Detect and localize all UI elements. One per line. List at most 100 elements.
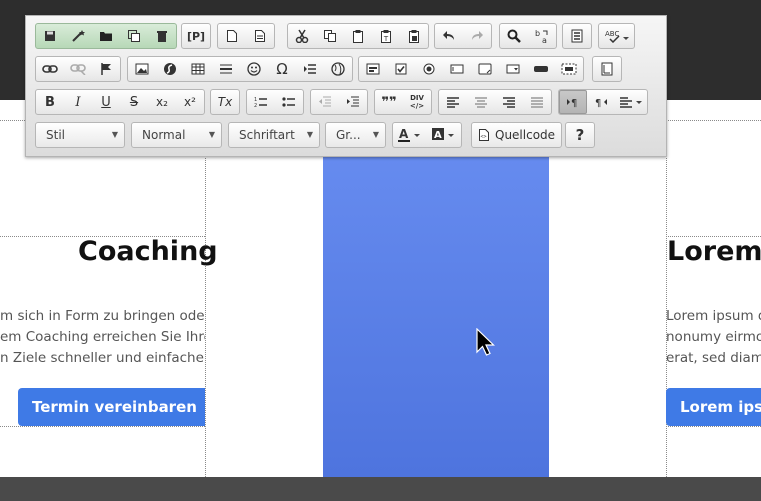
subscript-icon[interactable]: x₂ bbox=[148, 90, 176, 114]
textarea-icon[interactable] bbox=[471, 57, 499, 81]
spellcheck-group: ABC bbox=[598, 23, 635, 49]
paste-word-icon[interactable] bbox=[400, 24, 428, 48]
form-icon[interactable] bbox=[359, 57, 387, 81]
svg-text:¶: ¶ bbox=[571, 98, 577, 108]
align-right-icon[interactable] bbox=[495, 90, 523, 114]
radio-icon[interactable] bbox=[415, 57, 443, 81]
paste-icon[interactable] bbox=[344, 24, 372, 48]
help-group: ? bbox=[565, 122, 595, 148]
bottom-dark-bar bbox=[0, 477, 761, 501]
text-direction-rtl-icon[interactable]: ¶ bbox=[587, 90, 615, 114]
blockquote-icon[interactable]: ❞❞ bbox=[375, 90, 403, 114]
table-icon[interactable] bbox=[184, 57, 212, 81]
undo-icon[interactable] bbox=[435, 24, 463, 48]
style-dropdown-label: Stil bbox=[46, 128, 65, 142]
div-container-icon[interactable]: DIV </> bbox=[403, 90, 431, 114]
outdent-icon[interactable] bbox=[311, 90, 339, 114]
bold-icon[interactable]: B bbox=[36, 90, 64, 114]
italic-icon[interactable]: I bbox=[64, 90, 92, 114]
svg-text:2: 2 bbox=[254, 103, 257, 108]
paste-text-icon[interactable]: T bbox=[372, 24, 400, 48]
align-left-icon[interactable] bbox=[439, 90, 467, 114]
chevron-down-icon: ▼ bbox=[208, 130, 215, 139]
spellcheck-icon[interactable]: ABC bbox=[599, 24, 634, 48]
show-blocks-icon[interactable] bbox=[593, 57, 621, 81]
svg-text:b: b bbox=[535, 29, 540, 38]
unlink-icon[interactable] bbox=[64, 57, 92, 81]
template-placeholder-icon[interactable]: [P] bbox=[182, 24, 210, 48]
numbered-list-icon[interactable]: 12 bbox=[247, 90, 275, 114]
image-icon[interactable] bbox=[128, 57, 156, 81]
direction-group: ¶ ¶ bbox=[558, 89, 648, 115]
hidden-field-icon[interactable] bbox=[555, 57, 583, 81]
flash-icon[interactable] bbox=[156, 57, 184, 81]
iframe-globe-icon[interactable] bbox=[324, 57, 352, 81]
superscript-icon[interactable]: x² bbox=[176, 90, 204, 114]
magic-wand-icon[interactable] bbox=[64, 24, 92, 48]
bulleted-list-icon[interactable] bbox=[275, 90, 303, 114]
text-direction-ltr-icon[interactable]: ¶ bbox=[559, 90, 587, 114]
svg-text:T: T bbox=[383, 35, 389, 43]
mouse-pointer-icon bbox=[476, 328, 495, 356]
page-group bbox=[217, 23, 275, 49]
help-icon[interactable]: ? bbox=[566, 123, 594, 147]
source-code-label: Quellcode bbox=[495, 128, 556, 142]
editor-toolbar: [P] T ba ABC Ω B I U S x₂ x² Tx 1 2 ❞❞ D… bbox=[25, 15, 667, 157]
copy-template-icon[interactable] bbox=[120, 24, 148, 48]
indent-icon[interactable] bbox=[339, 90, 367, 114]
basic-style-group: B I U S x₂ x² bbox=[35, 89, 205, 115]
underline-icon[interactable]: U bbox=[92, 90, 120, 114]
align-group bbox=[438, 89, 552, 115]
background-color-icon[interactable]: A bbox=[427, 123, 461, 147]
redo-icon[interactable] bbox=[463, 24, 491, 48]
source-code-button[interactable]: <> Quellcode bbox=[471, 122, 563, 148]
termin-vereinbaren-button[interactable]: Termin vereinbaren bbox=[18, 388, 205, 426]
text-color-icon[interactable]: A bbox=[393, 123, 427, 147]
guide-line bbox=[666, 426, 761, 427]
remove-format-icon[interactable]: Tx bbox=[211, 90, 239, 114]
show-blocks-group bbox=[592, 56, 622, 82]
div-label: DIV bbox=[410, 94, 424, 102]
select-all-icon[interactable] bbox=[563, 24, 591, 48]
align-justify-icon[interactable] bbox=[523, 90, 551, 114]
special-char-icon[interactable]: Ω bbox=[268, 57, 296, 81]
trash-icon[interactable] bbox=[148, 24, 176, 48]
align-center-icon[interactable] bbox=[467, 90, 495, 114]
font-dropdown-label: Schriftart bbox=[239, 128, 295, 142]
list-group: 12 bbox=[246, 89, 304, 115]
save-icon[interactable] bbox=[36, 24, 64, 48]
font-dropdown[interactable]: Schriftart ▼ bbox=[228, 122, 320, 148]
link-group bbox=[35, 56, 121, 82]
button-field-icon[interactable] bbox=[527, 57, 555, 81]
svg-text:A: A bbox=[434, 130, 442, 141]
replace-icon[interactable]: ba bbox=[528, 24, 556, 48]
card-text-lorem: Lorem ipsum d nonumy eirmo erat, sed dia… bbox=[666, 306, 761, 369]
checkbox-icon[interactable] bbox=[387, 57, 415, 81]
folder-icon[interactable] bbox=[92, 24, 120, 48]
new-page-icon[interactable] bbox=[218, 24, 246, 48]
preview-page-icon[interactable] bbox=[246, 24, 274, 48]
undo-group bbox=[434, 23, 492, 49]
format-dropdown[interactable]: Normal ▼ bbox=[131, 122, 222, 148]
document-group bbox=[35, 23, 177, 49]
card-text-line: m sich in Form zu bringen oder bbox=[0, 308, 205, 324]
link-icon[interactable] bbox=[36, 57, 64, 81]
code-glyph: </> bbox=[409, 102, 425, 110]
language-dropdown-icon[interactable] bbox=[615, 90, 647, 114]
copy-icon[interactable] bbox=[316, 24, 344, 48]
search-icon[interactable] bbox=[500, 24, 528, 48]
anchor-flag-icon[interactable] bbox=[92, 57, 120, 81]
cut-icon[interactable] bbox=[288, 24, 316, 48]
smiley-icon[interactable] bbox=[240, 57, 268, 81]
page-break-icon[interactable] bbox=[296, 57, 324, 81]
style-dropdown[interactable]: Stil ▼ bbox=[35, 122, 125, 148]
horizontal-line-icon[interactable] bbox=[212, 57, 240, 81]
card-text-line: erat, sed diam bbox=[666, 350, 761, 366]
template-group: [P] bbox=[181, 23, 211, 49]
strikethrough-icon[interactable]: S bbox=[120, 90, 148, 114]
text-field-icon[interactable] bbox=[443, 57, 471, 81]
select-field-icon[interactable] bbox=[499, 57, 527, 81]
lorem-ipsum-button[interactable]: Lorem ips bbox=[666, 388, 761, 426]
svg-text:¶: ¶ bbox=[595, 98, 601, 108]
font-size-dropdown[interactable]: Gr... ▼ bbox=[325, 122, 386, 148]
